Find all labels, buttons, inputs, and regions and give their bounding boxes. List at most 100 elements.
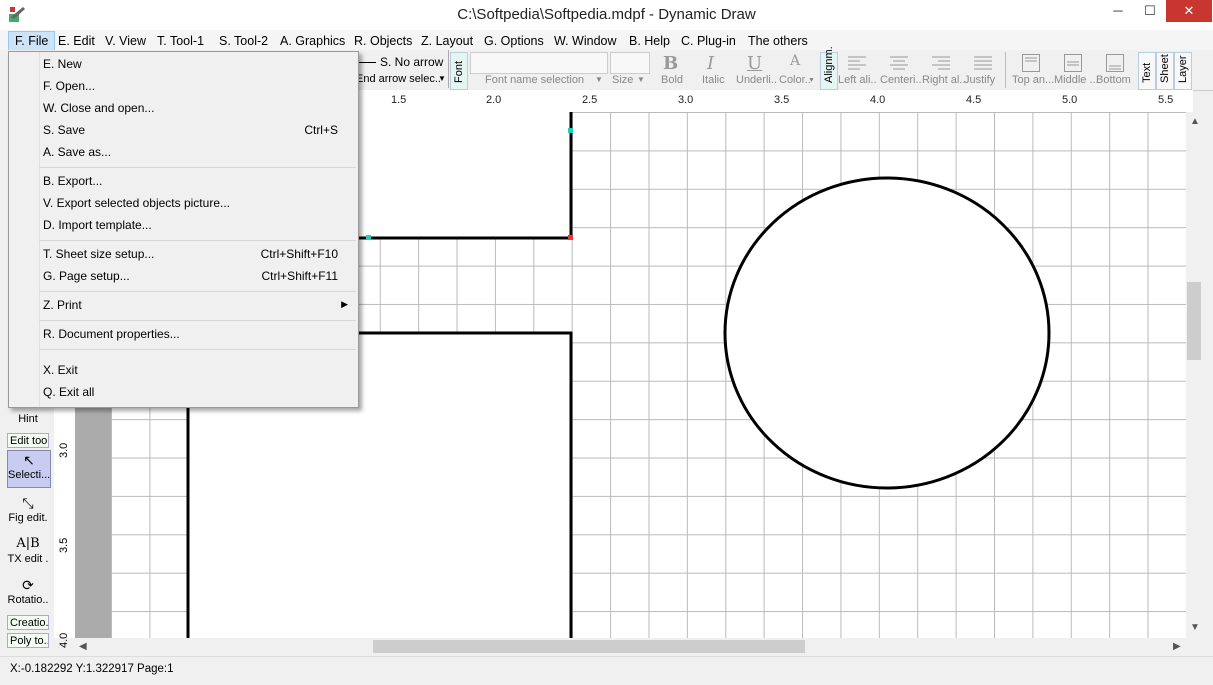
menu-item-open[interactable]: F. Open... (43, 77, 95, 95)
align-left-icon[interactable] (848, 55, 866, 71)
vertical-scrollbar[interactable]: ▲ ▼ (1186, 112, 1203, 638)
bold-label[interactable]: Bold (661, 74, 683, 86)
window-title: C:\Softpedia\Softpedia.mdpf - Dynamic Dr… (457, 6, 756, 23)
color-label[interactable]: Color.. (779, 74, 811, 86)
tab-layer[interactable]: Layer (1174, 52, 1192, 90)
scroll-up-icon[interactable]: ▲ (1190, 116, 1200, 127)
scroll-left-icon[interactable]: ◀ (79, 641, 87, 652)
menu-item-save[interactable]: S. Save (43, 121, 85, 139)
menu-item-save-as[interactable]: A. Save as... (43, 143, 111, 161)
top-label[interactable]: Top an... (1012, 74, 1054, 86)
close-button[interactable]: ✕ (1166, 0, 1212, 22)
underline-label[interactable]: Underli.. (736, 74, 777, 86)
menu-tool1[interactable]: T. Tool-1 (151, 32, 210, 50)
middle-label[interactable]: Middle ... (1054, 74, 1099, 86)
maximize-button[interactable]: ☐ (1134, 0, 1166, 22)
scroll-right-icon[interactable]: ▶ (1173, 641, 1181, 652)
selection-label: Selecti... (8, 469, 51, 481)
justify-label[interactable]: Justify (964, 74, 995, 86)
rotation-label: Rotatio.. (7, 594, 49, 606)
ruler-tick: 5.5 (1158, 94, 1174, 106)
menu-objects[interactable]: R. Objects (348, 32, 418, 50)
font-name-input[interactable] (470, 52, 608, 74)
menu-item-new[interactable]: E. New (43, 55, 82, 73)
text-edit-icon: A|B (16, 536, 40, 551)
ruler-tick: 3.0 (678, 94, 694, 106)
menu-tool2[interactable]: S. Tool-2 (213, 32, 274, 50)
page-setup-shortcut: Ctrl+Shift+F11 (261, 269, 338, 283)
menu-item-exit-all[interactable]: Q. Exit all (43, 383, 94, 401)
right-align-label[interactable]: Right al.. (922, 74, 965, 86)
menu-item-page-setup[interactable]: G. Page setup... (43, 267, 130, 285)
scroll-down-icon[interactable]: ▼ (1190, 622, 1200, 633)
bold-icon[interactable]: B (663, 53, 678, 74)
color-icon[interactable]: A (790, 53, 800, 69)
selection-handle[interactable] (366, 235, 371, 240)
menu-options[interactable]: G. Options (478, 32, 550, 50)
valign-top-icon[interactable] (1022, 54, 1040, 72)
pointer-icon: ↖ (23, 452, 35, 468)
menu-gutter (39, 52, 40, 407)
hint-button[interactable]: Hint (7, 408, 49, 430)
sheet-size-shortcut: Ctrl+Shift+F10 (260, 247, 338, 261)
arrow-dropdown-icon[interactable]: ▼ (438, 74, 446, 83)
menu-file[interactable]: F. File (8, 31, 56, 51)
tx-edit-tool[interactable]: A|B TX edit . (7, 535, 49, 571)
color-dropdown-icon[interactable]: ▼ (808, 77, 815, 84)
italic-label[interactable]: Italic (702, 74, 725, 86)
justify-icon[interactable] (974, 55, 992, 71)
ruler-tick: 4.0 (870, 94, 886, 106)
arrow-select[interactable]: End arrow selec.. (356, 73, 441, 85)
tab-edit-tools[interactable]: Edit too. (7, 433, 49, 448)
menu-item-export[interactable]: B. Export... (43, 172, 102, 190)
tab-creation[interactable]: Creatio.. (7, 615, 49, 630)
menu-plugin[interactable]: C. Plug-in (675, 32, 742, 50)
arrow-end-label[interactable]: S. No arrow (380, 55, 443, 69)
tab-alignment[interactable]: Alignm. (820, 46, 838, 90)
selection-tool[interactable]: ↖ Selecti... (7, 450, 51, 488)
bottom-label[interactable]: Bottom (1096, 74, 1131, 86)
vertical-scroll-thumb[interactable] (1187, 282, 1201, 360)
fig-edit-tool[interactable]: ⤡ Fig edit. (7, 494, 49, 530)
valign-middle-icon[interactable] (1064, 54, 1082, 72)
menu-others[interactable]: The others (742, 32, 814, 50)
font-size-input[interactable] (610, 52, 650, 74)
menu-edit[interactable]: E. Edit (52, 32, 101, 50)
selection-handle[interactable] (568, 128, 573, 133)
ruler-tick: 3.5 (774, 94, 790, 106)
menu-help[interactable]: B. Help (623, 32, 676, 50)
align-center-icon[interactable] (890, 55, 908, 71)
size-dropdown-icon[interactable]: ▼ (637, 75, 645, 84)
underline-icon[interactable]: U (747, 53, 762, 74)
valign-bottom-icon[interactable] (1106, 54, 1124, 72)
selection-handle[interactable] (568, 235, 573, 240)
rotation-tool[interactable]: ⟳ Rotatio.. (7, 576, 49, 612)
font-dropdown-icon[interactable]: ▼ (595, 75, 603, 84)
menu-item-close-open[interactable]: W. Close and open... (43, 99, 154, 117)
left-align-label[interactable]: Left ali.. (838, 74, 877, 86)
italic-icon[interactable]: I (707, 53, 714, 74)
tab-text[interactable]: Text (1138, 52, 1156, 90)
horizontal-scroll-thumb[interactable] (373, 640, 805, 653)
menu-layout[interactable]: Z. Layout (415, 32, 479, 50)
menu-item-import-template[interactable]: D. Import template... (43, 216, 152, 234)
menu-item-document-properties[interactable]: R. Document properties... (43, 325, 180, 343)
menu-window[interactable]: W. Window (548, 32, 623, 50)
tab-font[interactable]: Font (450, 52, 468, 90)
menu-item-print[interactable]: Z. Print (43, 296, 82, 314)
menu-graphics[interactable]: A. Graphics (274, 32, 351, 50)
menu-item-sheet-size[interactable]: T. Sheet size setup... (43, 245, 154, 263)
tab-poly-tools[interactable]: Poly to.. (7, 633, 49, 648)
menu-view[interactable]: V. View (99, 32, 152, 50)
menu-item-exit[interactable]: X. Exit (43, 361, 78, 379)
font-name-label: Font name selection (485, 74, 585, 86)
menu-separator (39, 240, 356, 241)
shape-circle[interactable] (723, 176, 1051, 490)
minimize-button[interactable]: ─ (1102, 0, 1134, 22)
fig-edit-icon: ⤡ (22, 495, 34, 511)
center-label[interactable]: Centeri.. (880, 74, 922, 86)
align-right-icon[interactable] (932, 55, 950, 71)
menu-item-export-selected[interactable]: V. Export selected objects picture... (43, 194, 230, 212)
ruler-tick: 2.0 (486, 94, 502, 106)
tab-sheet[interactable]: Sheet (1156, 52, 1174, 90)
